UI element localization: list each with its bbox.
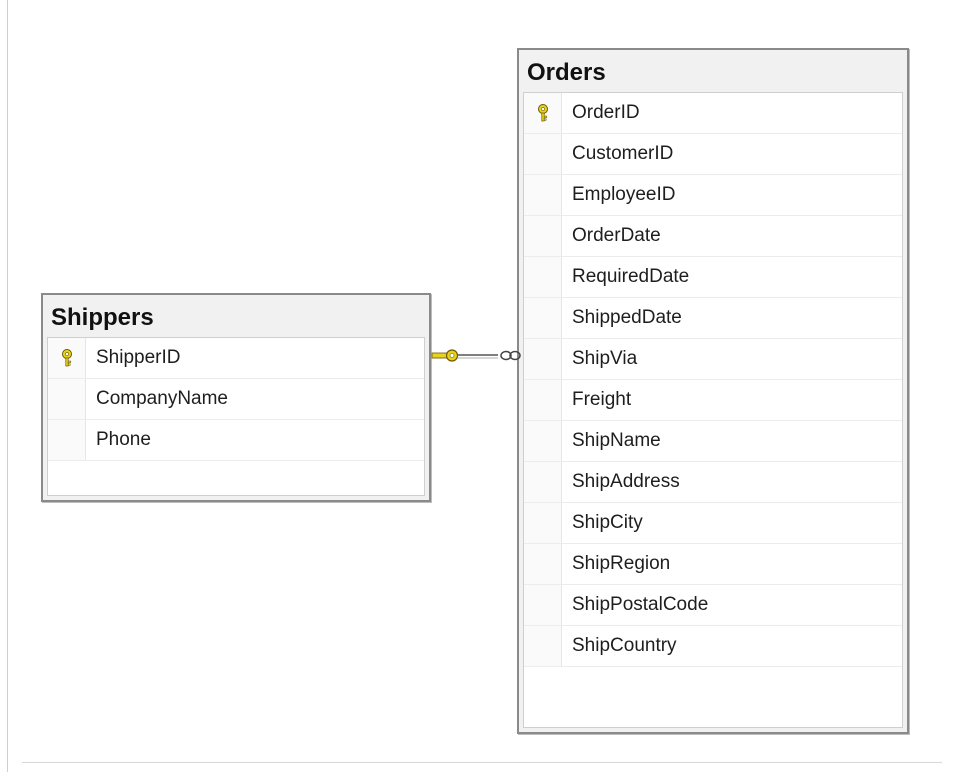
table-title-orders: Orders xyxy=(527,59,606,86)
table-body-shippers: ShipperID CompanyName Phone xyxy=(47,337,425,496)
column-name: ShipCountry xyxy=(572,635,677,656)
column-row[interactable]: EmployeeID xyxy=(524,175,902,216)
column-row[interactable]: ShipRegion xyxy=(524,544,902,585)
row-gutter xyxy=(524,421,562,461)
row-gutter xyxy=(524,462,562,502)
column-row[interactable]: ShipVia xyxy=(524,339,902,380)
column-name: OrderDate xyxy=(572,225,661,246)
row-gutter xyxy=(524,257,562,297)
row-gutter xyxy=(524,298,562,338)
column-name: Phone xyxy=(96,429,151,450)
row-gutter xyxy=(48,379,86,419)
row-gutter xyxy=(524,93,562,133)
column-row[interactable]: ShipAddress xyxy=(524,462,902,503)
row-gutter xyxy=(524,380,562,420)
row-gutter xyxy=(524,503,562,543)
column-row[interactable]: CustomerID xyxy=(524,134,902,175)
table-body-orders: OrderID CustomerID EmployeeID OrderDate … xyxy=(523,92,903,728)
column-name: ShipName xyxy=(572,430,661,451)
column-name: ShipCity xyxy=(572,512,643,533)
column-name: RequiredDate xyxy=(572,266,690,287)
relationship-line[interactable] xyxy=(428,340,524,370)
many-end-infinity-icon xyxy=(500,350,521,361)
row-gutter xyxy=(524,134,562,174)
primary-key-icon xyxy=(537,104,548,122)
table-shippers[interactable]: Shippers ShipperID CompanyName Phone xyxy=(41,293,431,502)
row-gutter xyxy=(524,544,562,584)
row-gutter xyxy=(524,585,562,625)
row-gutter xyxy=(524,626,562,666)
column-name: OrderID xyxy=(572,102,640,123)
empty-row xyxy=(524,667,902,708)
column-row[interactable]: ShipName xyxy=(524,421,902,462)
column-row[interactable]: ShipCity xyxy=(524,503,902,544)
column-row[interactable]: Phone xyxy=(48,420,424,461)
one-end-key-icon xyxy=(431,349,459,362)
column-name: CustomerID xyxy=(572,143,674,164)
column-row[interactable]: CompanyName xyxy=(48,379,424,420)
column-name: ShipRegion xyxy=(572,553,671,574)
column-row[interactable]: ShipPostalCode xyxy=(524,585,902,626)
table-orders[interactable]: Orders OrderID CustomerID EmployeeID Ord… xyxy=(517,48,909,734)
column-row[interactable]: RequiredDate xyxy=(524,257,902,298)
row-gutter xyxy=(48,420,86,460)
column-row[interactable]: ShippedDate xyxy=(524,298,902,339)
column-row[interactable]: OrderID xyxy=(524,93,902,134)
column-row[interactable]: OrderDate xyxy=(524,216,902,257)
row-gutter xyxy=(524,339,562,379)
row-gutter xyxy=(524,175,562,215)
empty-row xyxy=(48,461,424,502)
column-name: ShipPostalCode xyxy=(572,594,709,615)
column-row[interactable]: ShipCountry xyxy=(524,626,902,667)
diagram-canvas: Shippers ShipperID CompanyName Phone Ord… xyxy=(0,0,955,780)
column-row[interactable]: ShipperID xyxy=(48,338,424,379)
canvas-bottom-edge xyxy=(22,762,942,763)
row-gutter xyxy=(48,338,86,378)
column-name: ShippedDate xyxy=(572,307,682,328)
column-name: CompanyName xyxy=(96,388,228,409)
canvas-left-edge xyxy=(7,0,8,772)
column-row[interactable]: Freight xyxy=(524,380,902,421)
column-name: ShipperID xyxy=(96,347,181,368)
column-name: ShipAddress xyxy=(572,471,680,492)
row-gutter xyxy=(524,216,562,256)
column-name: ShipVia xyxy=(572,348,638,369)
table-title-shippers: Shippers xyxy=(51,304,154,331)
column-name: EmployeeID xyxy=(572,184,676,205)
primary-key-icon xyxy=(61,349,72,367)
column-name: Freight xyxy=(572,389,632,410)
